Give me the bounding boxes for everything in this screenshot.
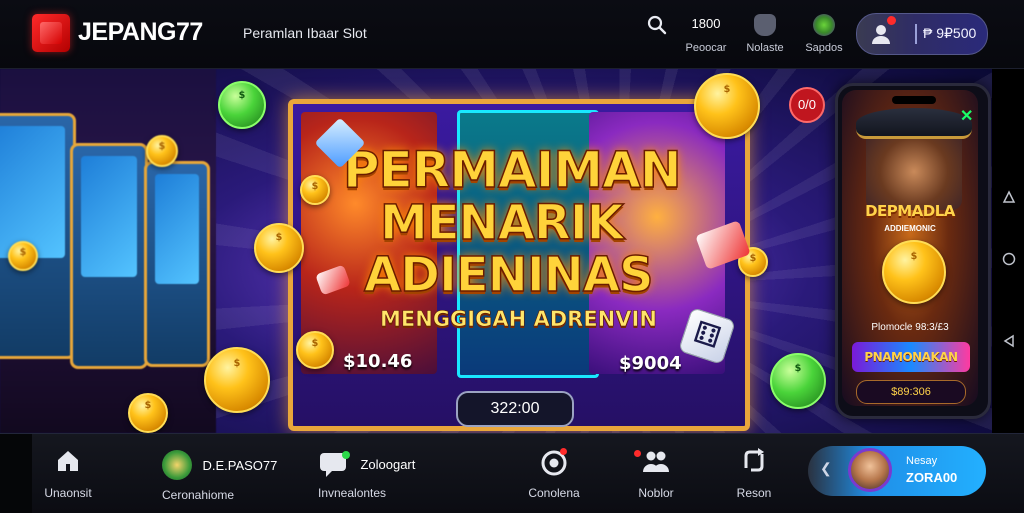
phone-preview[interactable]: ✕ DEPMADLA ADDIEMONIC Plomocle 98:3/£3 P… <box>835 83 991 419</box>
notes-button[interactable]: Nolaste <box>735 12 795 54</box>
phone-subtitle: ADDIEMONIC <box>884 224 936 233</box>
phone-game-logo: PNAMONAKAN <box>852 342 970 372</box>
nav-label: Invnealontes <box>318 486 387 500</box>
green-coin-icon <box>770 353 826 409</box>
phone-title: DEPMADLA <box>865 202 955 220</box>
cube-icon <box>794 12 854 37</box>
phone-notch <box>892 96 936 104</box>
notification-dot <box>634 450 641 457</box>
hero-banner[interactable]: PERMAIMAN MENARIK ADIENINAS MENGGIGAH AD… <box>0 69 992 433</box>
coin-icon <box>204 347 270 413</box>
coin-icon <box>146 135 178 167</box>
stat-label: Peoocar <box>685 42 727 54</box>
coin-icon <box>254 223 304 273</box>
nav-label: Ceronahiome <box>162 488 235 502</box>
slot-icon <box>162 450 192 480</box>
notes-label: Nolaste <box>746 42 784 54</box>
profile-pill[interactable]: ❮ Nesay ZORA00 <box>808 446 986 496</box>
bottom-left-cap <box>0 434 32 513</box>
phone-amount: $89:306 <box>856 380 966 404</box>
countdown-timer[interactable]: 322:00 <box>456 391 574 427</box>
nav-item-users[interactable]: Noblor <box>628 448 684 500</box>
notification-dot <box>887 16 896 25</box>
reel-left-value: $10.46 <box>343 351 413 372</box>
nav-item-home[interactable]: Unaonsit <box>40 448 96 500</box>
nav-item-chat[interactable]: Zoloogart Invnealontes <box>318 450 415 500</box>
pirate-hat <box>856 108 972 139</box>
coin-icon <box>694 73 760 139</box>
nav-title: D.E.PASO77 <box>202 457 278 473</box>
home-nav-icon[interactable] <box>1001 252 1017 268</box>
system-nav-strip <box>992 69 1024 433</box>
chevron-left-icon[interactable]: ❮ <box>820 460 840 480</box>
arcade-machine <box>144 161 210 367</box>
coin-icon <box>300 175 330 205</box>
phone-close-icon[interactable]: ✕ <box>960 106 973 126</box>
back-nav-icon[interactable] <box>1001 190 1017 206</box>
recent-nav-icon[interactable] <box>1001 334 1017 350</box>
coin-icon <box>296 331 334 369</box>
hero-title-line: PERMAIMAN <box>342 140 682 200</box>
brand-name[interactable]: JEPANG77 <box>78 18 203 47</box>
coin-icon <box>882 240 946 304</box>
coin-icon <box>128 393 168 433</box>
reel-right-value: $9004 <box>619 353 682 374</box>
sports-label: Sapdos <box>805 42 843 54</box>
arcade-machine <box>70 143 148 369</box>
logo-icon[interactable] <box>32 14 70 52</box>
green-coin-icon <box>218 81 266 129</box>
nav-label: Reson <box>736 486 772 500</box>
avatar <box>848 448 892 492</box>
nav-label: Unaonsit <box>44 486 92 500</box>
account-balance-pill[interactable]: ₱ 9₽500 <box>856 13 988 55</box>
arcade-machine <box>0 113 76 359</box>
stat-item[interactable]: 1800 Peoocar <box>676 12 736 54</box>
stat-value: 1800 <box>691 16 721 31</box>
hero-title-line: ADIENINAS <box>363 246 654 304</box>
close-button[interactable]: 0/0 <box>789 87 825 123</box>
nav-label: Conolena <box>528 486 580 500</box>
refresh-icon <box>728 448 780 476</box>
nav-label: Noblor <box>638 486 674 500</box>
arcade-background <box>0 69 216 433</box>
user-icon <box>869 22 893 46</box>
top-bar: JEPANG77 Peramlan Ibaar Slot 1800 Peooca… <box>0 0 1024 69</box>
shield-icon <box>735 12 795 37</box>
notification-dot <box>560 448 567 455</box>
sports-button[interactable]: Sapdos <box>794 12 854 54</box>
bottom-nav: Unaonsit D.E.PASO77 Ceronahiome Zoloogar… <box>0 433 1024 513</box>
hero-title-line: MENARIK <box>379 194 624 252</box>
hero-subtitle: MENGGIGAH ADRENVIN <box>380 307 658 332</box>
site-tagline: Peramlan Ibaar Slot <box>243 25 367 41</box>
chat-icon <box>318 450 350 478</box>
nav-title: Zoloogart <box>360 456 416 472</box>
profile-name: Nesay <box>906 455 938 467</box>
pill-divider <box>915 24 917 44</box>
nav-item-slot[interactable]: D.E.PASO77 Ceronahiome <box>162 450 277 502</box>
phone-screen: ✕ DEPMADLA ADDIEMONIC Plomocle 98:3/£3 P… <box>842 90 978 406</box>
target-icon <box>524 448 584 476</box>
nav-item-target[interactable]: Conolena <box>524 448 584 500</box>
profile-value: ZORA00 <box>906 470 958 485</box>
users-icon <box>628 448 684 476</box>
home-icon <box>40 448 96 476</box>
nav-item-refresh[interactable]: Reson <box>728 448 780 500</box>
coin-icon <box>8 241 38 271</box>
phone-promo-text: Plomocle 98:3/£3 <box>871 322 949 333</box>
balance-value: ₱ 9₽500 <box>923 25 977 41</box>
